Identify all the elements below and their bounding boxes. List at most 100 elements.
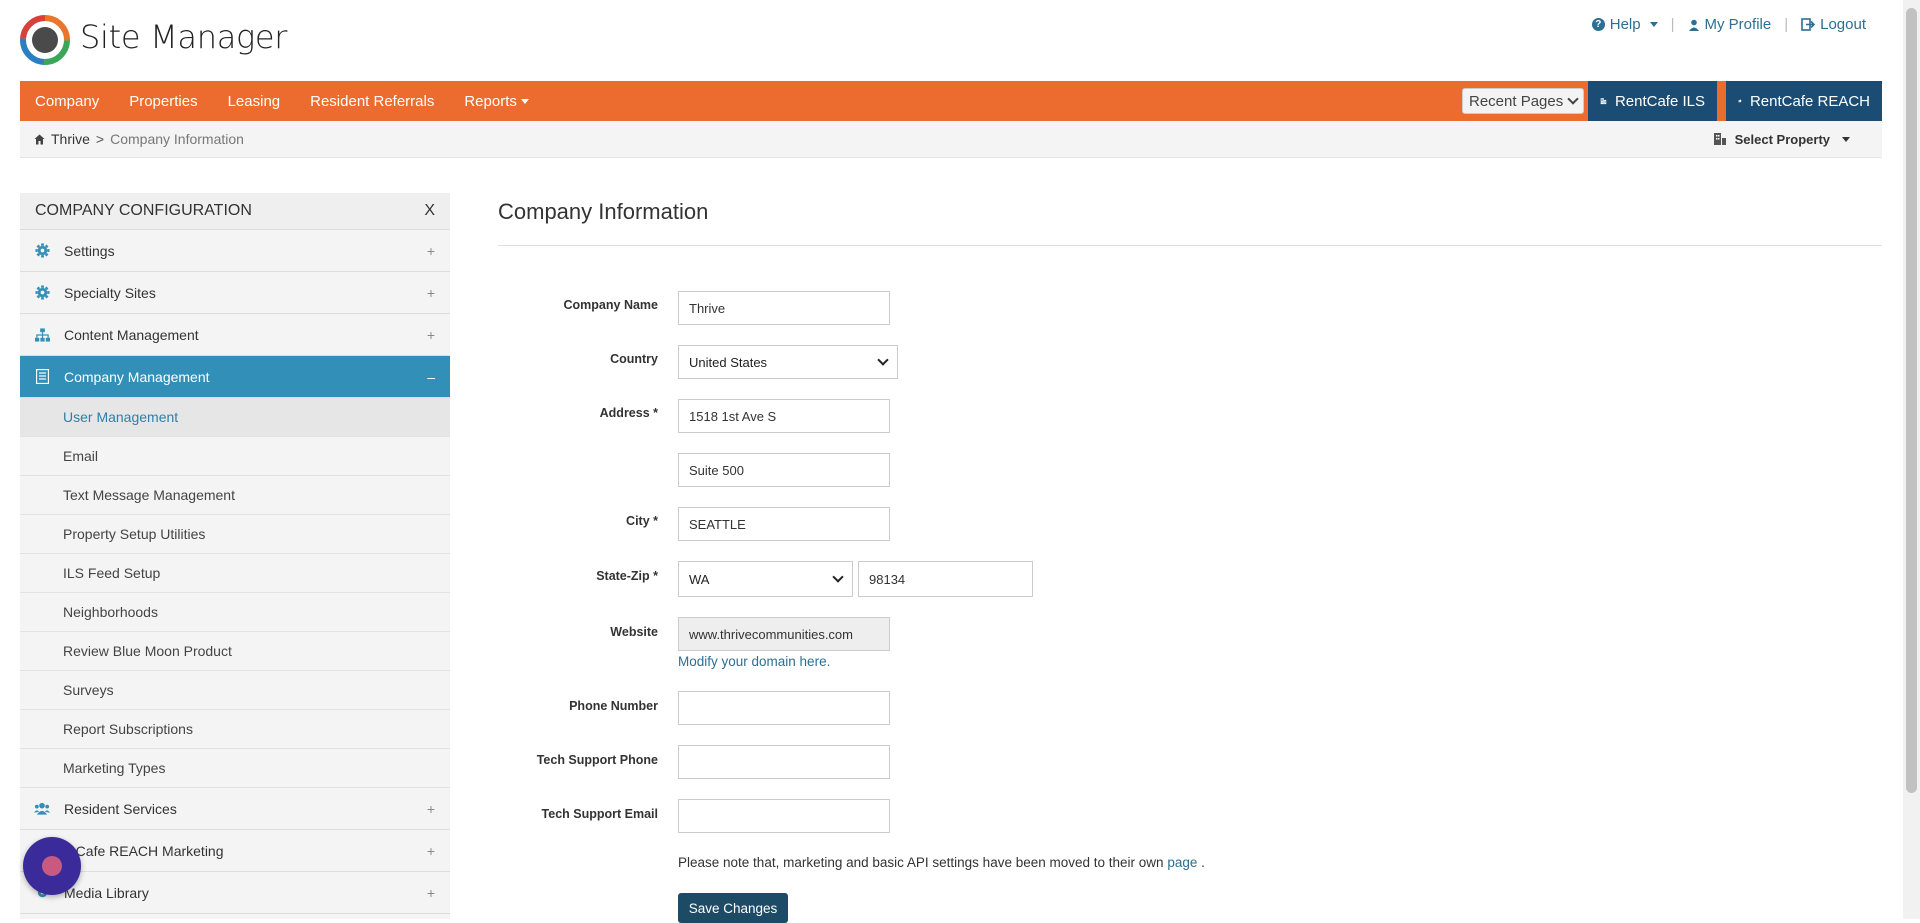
caret-down-icon (1649, 22, 1658, 27)
sidebar-group-company-management[interactable]: Company Management – (20, 356, 450, 398)
note-text: Please note that, marketing and basic AP… (678, 855, 1164, 870)
caret-down-icon (1842, 136, 1850, 142)
nav-leasing[interactable]: Leasing (213, 93, 296, 110)
sidebar-close-button[interactable]: X (424, 202, 435, 220)
modify-domain-link[interactable]: Modify your domain here. (678, 654, 830, 669)
sidebar-item-marketing-types[interactable]: Marketing Types (20, 749, 450, 788)
sidebar-item-report-subscriptions[interactable]: Report Subscriptions (20, 710, 450, 749)
expand-icon: + (426, 284, 435, 301)
note-suffix: . (1201, 855, 1205, 870)
select-property-dropdown[interactable]: Select Property (1713, 121, 1850, 157)
rentcafe-reach-label: RentCafe REACH (1749, 92, 1870, 110)
country-select[interactable]: United States (678, 345, 898, 379)
sidebar-group-content-management[interactable]: Content Management + (20, 314, 450, 356)
logout-icon (1801, 18, 1816, 31)
app-title: Site Manager (80, 18, 288, 56)
building-icon (1600, 98, 1607, 105)
breadcrumb-home[interactable]: Thrive (51, 131, 90, 147)
scrollbar-thumb[interactable] (1906, 8, 1917, 793)
collapse-icon: – (427, 368, 435, 385)
breadcrumb-current: Company Information (110, 131, 244, 147)
sidebar-item-ils-feed-setup[interactable]: ILS Feed Setup (20, 554, 450, 593)
recent-pages-label: Recent Pages (1469, 92, 1564, 110)
expand-icon: + (426, 884, 435, 901)
site-manager-logo-icon (20, 15, 70, 65)
company-name-field[interactable]: Thrive (678, 291, 890, 325)
megaphone-icon (1738, 99, 1742, 103)
state-select[interactable]: WA (678, 561, 853, 597)
address-label: Address * (599, 406, 658, 420)
sidebar-group-media-library[interactable]: Media Library + (20, 872, 450, 914)
sidebar-item-review-blue-moon-product[interactable]: Review Blue Moon Product (20, 632, 450, 671)
sidebar-group-label: Media Library (64, 884, 149, 901)
website-field: www.thrivecommunities.com (678, 617, 890, 651)
sidebar-group-label: Resident Services (64, 800, 177, 817)
expand-icon: + (426, 242, 435, 259)
country-selected-value: United States (689, 354, 768, 370)
tech-support-phone-field[interactable] (678, 745, 890, 779)
expand-icon: + (426, 326, 435, 343)
nav-company[interactable]: Company (20, 93, 114, 110)
sidebar-group-settings[interactable]: Settings + (20, 230, 450, 272)
sidebar-group-resident-services[interactable]: Resident Services + (20, 788, 450, 830)
sidebar-group-label: Company Management (64, 368, 210, 385)
state-zip-label: State-Zip * (596, 569, 658, 583)
user-icon (1688, 19, 1699, 31)
rentcafe-ils-label: RentCafe ILS (1614, 92, 1705, 110)
api-settings-note: Please note that, marketing and basic AP… (678, 855, 1205, 870)
zip-field[interactable]: 98134 (858, 561, 1033, 597)
recent-pages-dropdown[interactable]: Recent Pages (1462, 88, 1585, 114)
my-profile-label: My Profile (1704, 16, 1772, 33)
tech-support-phone-label: Tech Support Phone (536, 753, 658, 767)
city-label: City * (626, 514, 658, 528)
sidebar-item-neighborhoods[interactable]: Neighborhoods (20, 593, 450, 632)
sidebar-group-label: ntCafe REACH Marketing (64, 842, 224, 859)
sitemap-icon (34, 327, 50, 343)
sidebar-group-rentcafe-reach-marketing[interactable]: ntCafe REACH Marketing + (20, 830, 450, 872)
tech-support-email-field[interactable] (678, 799, 890, 833)
rentcafe-ils-button[interactable]: RentCafe ILS (1588, 81, 1717, 121)
title-divider (498, 245, 1882, 246)
logout-label: Logout (1820, 16, 1866, 33)
logout-link[interactable]: Logout (1801, 16, 1866, 33)
document-icon (34, 369, 50, 385)
sidebar-item-email[interactable]: Email (20, 437, 450, 476)
gear-icon (34, 285, 50, 301)
nav-resident-referrals[interactable]: Resident Referrals (295, 93, 449, 110)
phone-number-label: Phone Number (569, 699, 658, 713)
sidebar-item-user-management[interactable]: User Management (20, 398, 450, 437)
sidebar-group-specialty-sites[interactable]: Specialty Sites + (20, 272, 450, 314)
phone-number-field[interactable] (678, 691, 890, 725)
users-icon (34, 801, 50, 817)
sidebar-group-label: Settings (64, 242, 115, 259)
help-menu[interactable]: ? Help (1591, 16, 1658, 33)
caret-down-icon (520, 98, 529, 104)
gear-icon (34, 243, 50, 259)
home-icon (34, 134, 45, 144)
state-selected-value: WA (689, 571, 710, 587)
note-page-link[interactable]: page (1167, 855, 1197, 870)
page-title: Company Information (498, 199, 709, 224)
question-icon: ? (1591, 18, 1605, 31)
city-field[interactable]: SEATTLE (678, 507, 890, 541)
rentcafe-reach-button[interactable]: RentCafe REACH (1726, 81, 1882, 121)
chevron-down-icon (1567, 93, 1579, 105)
chevron-down-icon (832, 571, 844, 583)
sidebar-item-text-message-management[interactable]: Text Message Management (20, 476, 450, 515)
expand-icon: + (426, 800, 435, 817)
nav-properties[interactable]: Properties (114, 93, 212, 110)
main-navbar: Company Properties Leasing Resident Refe… (20, 81, 1882, 121)
nav-reports-label: Reports (464, 92, 517, 110)
breadcrumb-separator: > (95, 131, 105, 147)
chat-widget-button[interactable] (23, 837, 81, 895)
sidebar-title: COMPANY CONFIGURATION (35, 202, 252, 219)
breadcrumb: Thrive > Company Information Select Prop… (20, 121, 1882, 158)
my-profile-link[interactable]: My Profile (1688, 16, 1772, 33)
sidebar-item-surveys[interactable]: Surveys (20, 671, 450, 710)
sidebar-item-property-setup-utilities[interactable]: Property Setup Utilities (20, 515, 450, 554)
sidebar-header: COMPANY CONFIGURATION X (20, 193, 450, 230)
address-line1-field[interactable]: 1518 1st Ave S (678, 399, 890, 433)
nav-reports[interactable]: Reports (449, 93, 544, 110)
address-line2-field[interactable]: Suite 500 (678, 453, 890, 487)
page-scrollbar[interactable] (1903, 0, 1920, 919)
